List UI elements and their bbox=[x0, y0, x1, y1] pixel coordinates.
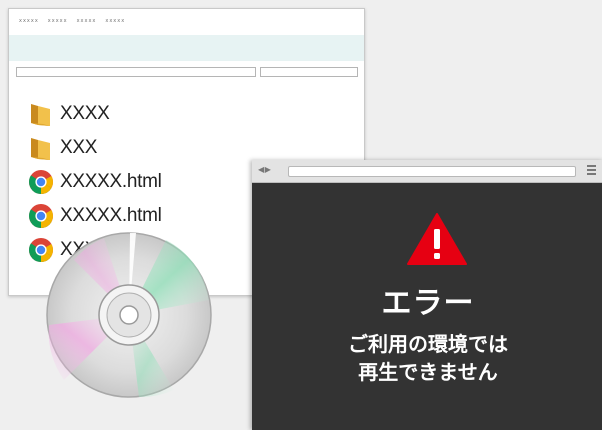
menu-item[interactable]: xxxxx bbox=[77, 18, 97, 24]
menu-item[interactable]: xxxxx bbox=[19, 18, 39, 24]
folder-icon bbox=[31, 104, 50, 126]
folder-icon bbox=[31, 138, 50, 160]
menu-item[interactable]: xxxxx bbox=[105, 18, 125, 24]
cd-disc-icon bbox=[46, 232, 212, 398]
url-bar[interactable] bbox=[288, 166, 576, 177]
error-message-line: 再生できません bbox=[358, 360, 498, 384]
file-name: XXXXX.html bbox=[60, 205, 162, 226]
error-message: ご利用の環境では 再生できません bbox=[252, 330, 602, 386]
file-item-folder[interactable]: XXX bbox=[28, 131, 162, 165]
error-message-line: ご利用の環境では bbox=[348, 332, 508, 356]
toolbar-band bbox=[9, 35, 364, 61]
file-name: XXX bbox=[60, 137, 98, 158]
illustration: xxxxx xxxxx xxxxx xxxxx XXXX XXX XXXXX.h… bbox=[0, 0, 602, 430]
warning-icon bbox=[407, 213, 467, 265]
browser-window: ◀ ▶ エラー ご利用の環境では 再生できません bbox=[252, 160, 602, 430]
hamburger-menu-icon[interactable] bbox=[587, 165, 596, 176]
browser-toolbar: ◀ ▶ bbox=[252, 160, 602, 183]
file-name: XXXX bbox=[60, 103, 110, 124]
chrome-icon bbox=[28, 204, 54, 228]
search-box[interactable] bbox=[260, 67, 358, 77]
file-item-html[interactable]: XXXXX.html bbox=[28, 165, 162, 199]
menu-bar: xxxxx xxxxx xxxxx xxxxx bbox=[19, 18, 125, 24]
file-item-html[interactable]: XXXXX.html bbox=[28, 199, 162, 233]
file-name: XXXXX.html bbox=[60, 171, 162, 192]
address-bar[interactable] bbox=[16, 67, 256, 77]
back-forward-icon[interactable]: ◀ ▶ bbox=[258, 164, 271, 176]
error-title: エラー bbox=[381, 286, 475, 321]
file-item-folder[interactable]: XXXX bbox=[28, 97, 162, 131]
chrome-icon bbox=[28, 170, 54, 194]
menu-item[interactable]: xxxxx bbox=[48, 18, 68, 24]
